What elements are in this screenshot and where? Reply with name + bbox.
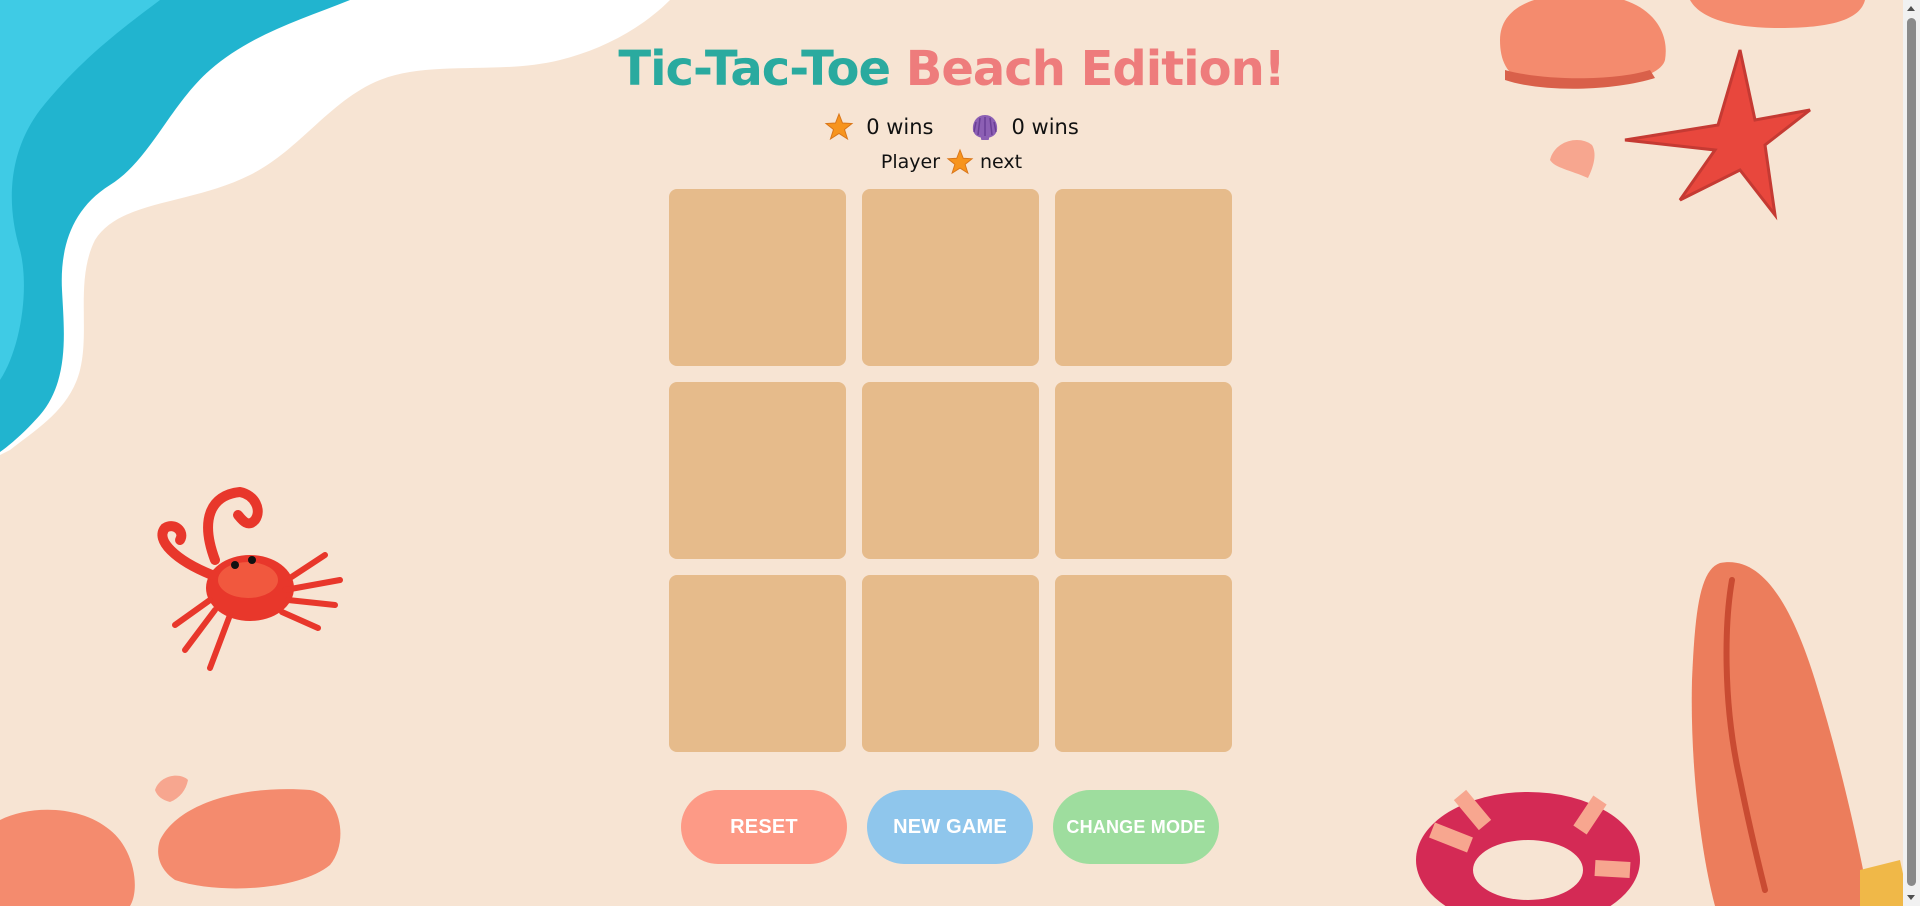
score-starfish-text: 0 wins — [866, 115, 934, 139]
board-cell-2[interactable] — [862, 189, 1039, 366]
new-game-button[interactable]: NEW GAME — [867, 790, 1033, 864]
turn-indicator: Player next — [0, 148, 1903, 176]
starfish-icon — [824, 112, 854, 142]
title-secondary: Beach Edition! — [905, 41, 1286, 97]
game-controls: RESET NEW GAME CHANGE MODE — [681, 790, 1219, 864]
shell-icon — [970, 112, 1000, 142]
shell-decor-small-bottom — [155, 775, 188, 802]
board-cell-8[interactable] — [862, 575, 1039, 752]
crab-decor — [157, 486, 343, 671]
shell-decor-bottom-1 — [0, 809, 135, 906]
scroll-thumb[interactable] — [1907, 18, 1916, 886]
score-shell-text: 0 wins — [1011, 115, 1079, 139]
title-primary: Tic-Tac-Toe — [618, 41, 891, 97]
vertical-scrollbar[interactable] — [1903, 0, 1920, 906]
turn-suffix: next — [980, 151, 1023, 173]
board-cell-5[interactable] — [862, 382, 1039, 559]
board-cell-4[interactable] — [669, 382, 846, 559]
turn-prefix: Player — [880, 151, 941, 173]
shell-decor-bottom-2 — [158, 789, 341, 889]
change-mode-button[interactable]: CHANGE MODE — [1053, 790, 1219, 864]
surfboard-decor — [1691, 562, 1910, 906]
scoreboard: 0 wins 0 wins — [0, 110, 1903, 144]
board-cell-7[interactable] — [669, 575, 846, 752]
shell-decor-top-2 — [1690, 0, 1865, 28]
page-title: Tic-Tac-Toe Beach Edition! — [0, 38, 1903, 100]
reset-button[interactable]: RESET — [681, 790, 847, 864]
scroll-down-arrow-icon[interactable] — [1903, 889, 1920, 906]
score-shell: 0 wins — [970, 110, 1079, 144]
board-cell-1[interactable] — [669, 189, 846, 366]
board-cell-3[interactable] — [1055, 189, 1232, 366]
board-cell-9[interactable] — [1055, 575, 1232, 752]
game-board — [669, 189, 1232, 752]
starfish-icon — [946, 148, 974, 176]
lifebuoy-decor — [1416, 789, 1640, 906]
board-cell-6[interactable] — [1055, 382, 1232, 559]
scroll-up-arrow-icon[interactable] — [1903, 0, 1920, 17]
score-starfish: 0 wins — [824, 110, 934, 144]
